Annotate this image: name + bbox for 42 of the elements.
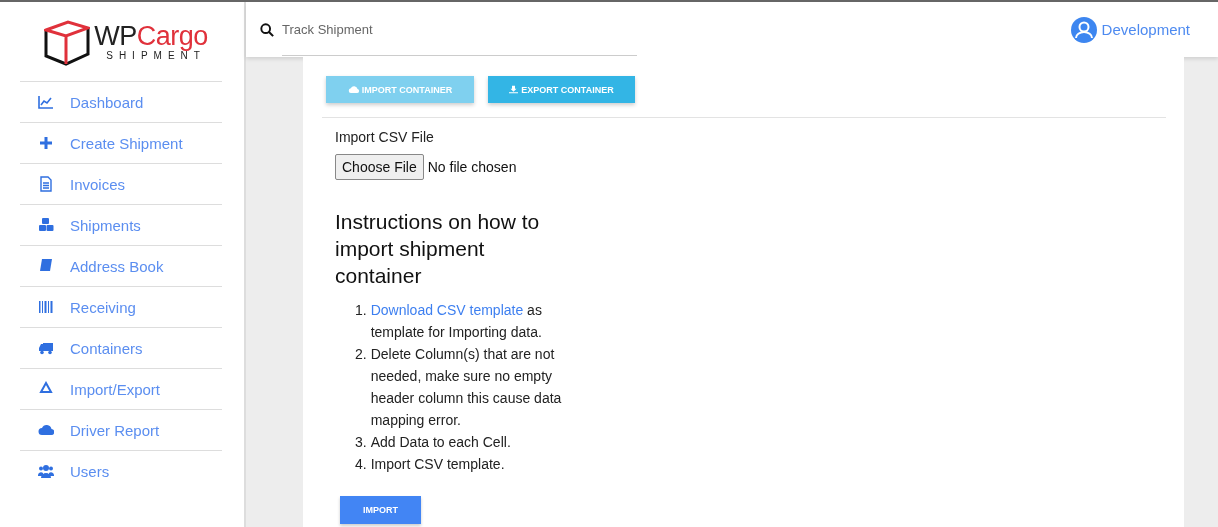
step-text: Delete Column(s) that are not needed, make sure no empty header column this cause data mapping error. [370, 345, 563, 430]
step-number: 4. [355, 455, 367, 474]
choose-file-button[interactable]: Choose File [335, 154, 424, 180]
cubes-icon [38, 217, 54, 233]
logo-tagline: SHIPMENT [106, 50, 206, 61]
step-text: Add Data to each Cell. [370, 433, 511, 452]
truck-icon [38, 340, 54, 356]
cloud-download-icon [38, 422, 54, 438]
tab[interactable]: IMPORT CONTAINER [326, 76, 474, 103]
cloud-upload-icon [347, 85, 359, 94]
step-number: 1. [355, 301, 367, 320]
download-link[interactable]: Download CSV template [370, 302, 524, 318]
import-button[interactable]: IMPORT [340, 496, 421, 524]
sidebar-item[interactable]: Import/Export [20, 369, 222, 410]
field-label: Import CSV File [335, 129, 435, 145]
plus-icon [38, 135, 54, 151]
sidebar-item[interactable]: Shipments [20, 205, 222, 246]
step-text: Download CSV template as template for Importing data. [370, 301, 543, 342]
book-icon [38, 258, 54, 274]
search-icon [260, 22, 274, 37]
step-number: 2. [355, 345, 367, 364]
instructions-heading: Instructions on how to import shipment container [335, 209, 541, 289]
sidebar-item[interactable]: Create Shipment [20, 123, 222, 164]
download-icon [509, 85, 519, 94]
user-menu-link[interactable]: Development [1101, 21, 1190, 38]
user-avatar-icon [1069, 15, 1098, 44]
step-text: Import CSV template. [370, 455, 505, 474]
sidebar-item[interactable]: Driver Report [20, 410, 222, 451]
file-status: No file chosen [427, 159, 517, 175]
barcode-icon [38, 299, 54, 315]
sidebar-item[interactable]: Dashboard [20, 82, 222, 123]
sidebar-item[interactable]: Users [20, 451, 222, 491]
step-number: 3. [355, 433, 367, 452]
users-icon [38, 463, 54, 479]
sidebar-item[interactable]: Address Book [20, 246, 222, 287]
sidebar-item[interactable]: Containers [20, 328, 222, 369]
tab[interactable]: EXPORT CONTAINER [488, 76, 635, 103]
sidebar-item[interactable]: Receiving [20, 287, 222, 328]
sidebar-item[interactable]: Invoices [20, 164, 222, 205]
chart-icon [38, 94, 54, 110]
document-icon [38, 176, 54, 192]
logo-wordmark: WPCargo [94, 22, 208, 50]
